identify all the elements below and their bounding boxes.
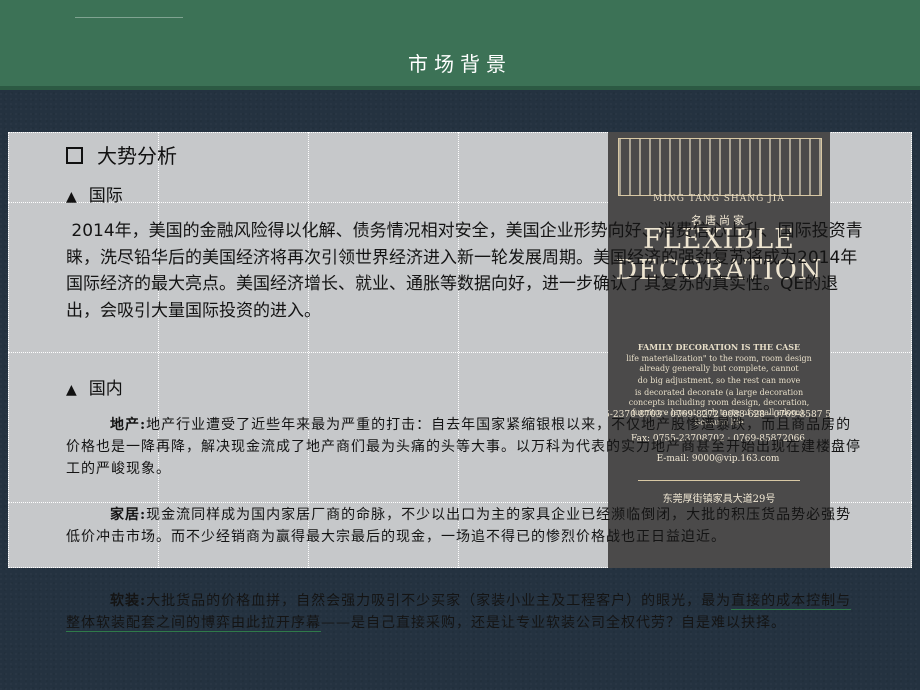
real-estate-label: 地产:: [110, 417, 147, 433]
section-heading: 大势分析: [66, 140, 177, 169]
international-heading: ▲ 国际: [66, 181, 123, 206]
softdecor-paragraph: 软装:大批货品的价格血拼，自然会强力吸引不少买家（家装小业主及工程客户）的眼光，…: [66, 590, 866, 634]
real-estate-text: 地产行业遭受了近些年来最为严重的打击：自去年国家紧缩银根以来，不仅地产股惨遭暴跌…: [66, 417, 861, 477]
text-layer: 大势分析 ▲ 国际 2014年，美国的金融风险得以化解、债务情况相对安全，美国企业…: [0, 0, 920, 690]
triangle-icon: ▲: [66, 189, 77, 205]
domestic-heading: ▲ 国内: [66, 374, 123, 399]
furniture-paragraph: 家居:现金流同样成为国内家居厂商的命脉，不少以出口为主的家具企业已经濒临倒闭，大…: [66, 504, 866, 548]
softdecor-text-after: ——是自己直接采购，还是让专业软装公司全权代劳？自是难以抉择。: [321, 615, 786, 631]
furniture-text: 现金流同样成为国内家居厂商的命脉，不少以出口为主的家具企业已经濒临倒闭，大批的积…: [66, 507, 852, 545]
international-label: 国际: [88, 186, 123, 206]
softdecor-label: 软装:: [110, 593, 147, 609]
checkbox-icon: [66, 147, 83, 164]
domestic-label: 国内: [88, 379, 123, 399]
international-paragraph: 2014年，美国的金融风险得以化解、债务情况相对安全，美国企业形势向好、消费信心…: [66, 218, 866, 324]
real-estate-paragraph: 地产:地产行业遭受了近些年来最为严重的打击：自去年国家紧缩银根以来，不仅地产股惨…: [66, 414, 866, 480]
softdecor-text-before: 大批货品的价格血拼，自然会强力吸引不少买家（家装小业主及工程客户）的眼光，最为: [146, 593, 732, 609]
triangle-icon: ▲: [66, 382, 77, 398]
section-heading-text: 大势分析: [97, 144, 177, 168]
furniture-label: 家居:: [110, 507, 147, 523]
international-text: 2014年，美国的金融风险得以化解、债务情况相对安全，美国企业形势向好、消费信心…: [66, 221, 863, 321]
